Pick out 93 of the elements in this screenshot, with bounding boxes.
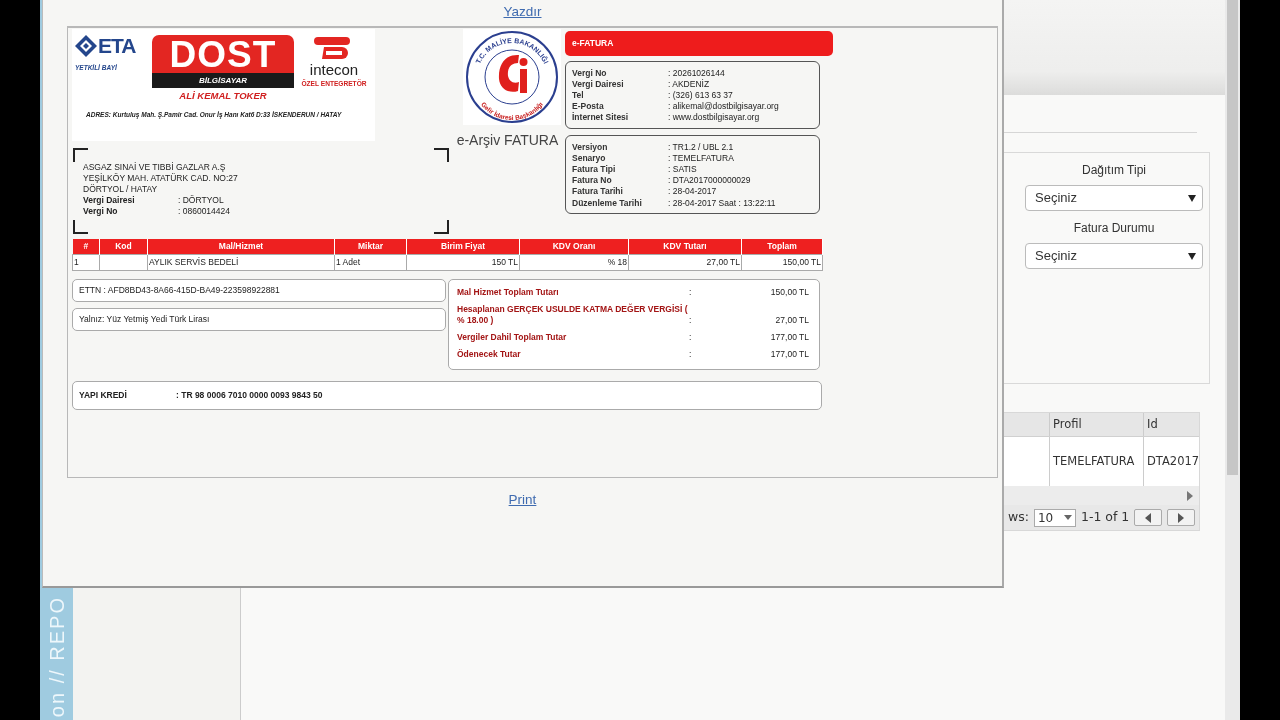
- field-label: Tel: [572, 89, 585, 102]
- field-value: : 28-04-2017 Saat : 13:22:11: [668, 197, 776, 209]
- field-value: : DTA2017000000029: [668, 175, 751, 187]
- column-header: Miktar: [334, 238, 407, 255]
- crop-mark: [434, 147, 449, 162]
- field-label: Senaryo: [572, 152, 607, 164]
- column-header: #: [72, 238, 100, 255]
- separator: :: [689, 315, 693, 326]
- total-label: Mal Hizmet Toplam Tutarı: [457, 287, 560, 298]
- brand-name: intecon: [309, 61, 359, 77]
- column-header: Birim Fiyat: [406, 238, 520, 255]
- horizontal-scrollbar[interactable]: [1001, 486, 1199, 505]
- next-icon: [1178, 512, 1185, 523]
- field-label: Vergi No: [83, 205, 119, 217]
- total-label: Ödenecek Tutar: [457, 349, 522, 360]
- print-link[interactable]: Yazdır: [503, 5, 542, 19]
- caret-icon: [1188, 252, 1196, 260]
- field-label: Fatura No: [572, 175, 613, 187]
- bank-name: YAPI KREDİ: [79, 389, 128, 402]
- field-value: : www.dostbilgisayar.org: [668, 112, 760, 124]
- field-label: Düzenleme Tarihi: [572, 197, 643, 209]
- total-value: 150,00 TL: [769, 287, 809, 298]
- rows-label: ws:: [1008, 508, 1029, 527]
- table-cell: 1 Adet: [334, 254, 407, 271]
- total-label: Vergiler Dahil Toplam Tutar: [457, 332, 568, 343]
- table-cell: 150 TL: [406, 254, 520, 271]
- separator: :: [689, 332, 693, 343]
- table-cell: % 18: [519, 254, 629, 271]
- iban-text: : TR 98 0006 7010 0000 0093 9843 50: [176, 389, 323, 402]
- table-cell-text: DTA2017: [1146, 452, 1199, 470]
- field-value: : DÖRTYOL: [178, 194, 224, 206]
- field-label: Vergi No: [572, 67, 608, 79]
- column-header: Toplam: [741, 238, 823, 255]
- total-value: 177,00 TL: [769, 349, 809, 360]
- field-label: Vergi Dairesi: [572, 78, 625, 90]
- column-header[interactable]: Profil: [1050, 413, 1144, 436]
- field-value: : SATIS: [668, 163, 697, 176]
- caret-icon: [1063, 515, 1072, 520]
- brand-logo: DOST: [152, 34, 294, 73]
- buyer-address-line: ASGAZ SINAİ VE TIBBİ GAZLAR A.Ş: [83, 161, 227, 173]
- column-header: Kod: [99, 238, 148, 255]
- filter-label: Fatura Durumu: [1072, 220, 1156, 237]
- scroll-right-icon: [1187, 490, 1193, 501]
- caret-icon: [1188, 194, 1196, 202]
- table-cell: 1: [72, 254, 100, 271]
- field-label: E-Posta: [572, 101, 605, 112]
- table-cell: AYLIK SERVİS BEDELİ: [147, 254, 335, 271]
- buyer-address-line: YEŞİLKÖY MAH. ATATÜRK CAD. NO:27: [83, 172, 239, 184]
- total-value: 177,00 TL: [769, 332, 809, 343]
- column-header: KDV Oranı: [519, 238, 629, 255]
- select-field[interactable]: Seçiniz: [1025, 243, 1203, 269]
- page-size-select[interactable]: 10: [1033, 508, 1076, 527]
- field-value: : 20261026144: [668, 67, 725, 79]
- field-label: Vergi Dairesi: [83, 194, 136, 206]
- column-header: Mal/Hizmet: [147, 238, 335, 255]
- field-label: Versiyon: [572, 141, 609, 153]
- crop-mark: [434, 219, 449, 234]
- column-header: KDV Tutarı: [628, 238, 742, 255]
- owner-name: ALİ KEMAL TOKER: [179, 88, 267, 103]
- crop-mark: [73, 147, 88, 162]
- field-value: : 0860014424: [178, 205, 230, 217]
- previous-page-button[interactable]: [1134, 509, 1163, 526]
- select-field[interactable]: Seçiniz: [1025, 185, 1203, 211]
- next-page-button[interactable]: [1167, 509, 1196, 526]
- field-value: : 28-04-2017: [668, 186, 717, 198]
- separator: :: [689, 287, 693, 298]
- field-value: : AKDENİZ: [668, 78, 710, 90]
- table-cell: 150,00 TL: [741, 254, 823, 271]
- ettn-text: ETTN : AFD8BD43-8A66-415D-BA49-223598922881: [72, 279, 446, 302]
- field-value: : TEMELFATURA: [668, 152, 734, 164]
- amount-in-words: Yalnız: Yüz Yetmiş Yedi Türk Lirası: [72, 308, 446, 331]
- filter-label: Dağıtım Tipi: [1081, 162, 1147, 179]
- crop-mark: [73, 219, 88, 234]
- invoice-type-banner: e-FATURA: [565, 30, 833, 56]
- buyer-address-line: DÖRTYOL / HATAY: [83, 183, 159, 195]
- field-label: Fatura Tipi: [572, 163, 617, 176]
- table-cell: 27,00 TL: [628, 254, 742, 271]
- total-label: Hesaplanan GERÇEK USULDE KATMA DEĞER VERGİSİ ( % 18.00 ): [457, 304, 689, 326]
- field-label: İnternet Sitesi: [572, 112, 630, 124]
- field-value: : TR1.2 / UBL 2.1: [668, 141, 734, 153]
- field-value: : alikemal@dostbilgisayar.org: [668, 101, 779, 113]
- diamond-logo-icon: [75, 34, 97, 57]
- column-header[interactable]: Id: [1144, 413, 1199, 436]
- side-banner-text: on // REPO: [46, 595, 67, 717]
- field-label: Fatura Tarihi: [572, 186, 624, 198]
- total-value: 27,00 TL: [774, 315, 809, 326]
- separator: :: [689, 349, 693, 360]
- print-link[interactable]: Print: [508, 492, 537, 506]
- previous-icon: [1145, 512, 1152, 523]
- field-value: : (326) 613 63 37: [668, 89, 733, 102]
- page-range: 1-1 of 1: [1080, 508, 1130, 527]
- brand-name: ETA: [98, 35, 136, 56]
- document-type-title: e-Arşiv FATURA: [456, 130, 559, 150]
